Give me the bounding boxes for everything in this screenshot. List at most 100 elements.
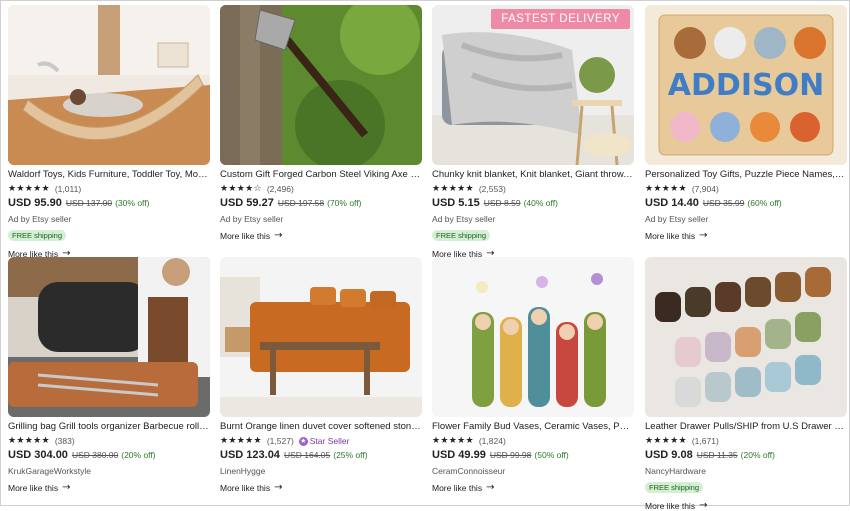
price-row: USD 95.90 USD 137.00 (30% off): [8, 197, 210, 211]
original-price: USD 11.35: [696, 450, 738, 460]
listing-title[interactable]: Waldorf Toys, Kids Furniture, Toddler To…: [8, 169, 210, 181]
price: USD 5.15: [432, 197, 480, 209]
original-price: USD 197.58: [277, 198, 325, 208]
fastest-delivery-badge: FASTEST DELIVERY: [491, 9, 630, 29]
discount: (30% off): [115, 198, 150, 208]
star-rating-icon: ★★★★★: [432, 184, 474, 194]
listing-title[interactable]: Chunky knit blanket, Knit blanket, Giant…: [432, 169, 634, 181]
star-rating-icon: ★★★★★: [220, 436, 262, 446]
listing-card[interactable]: Leather Drawer Pulls/SHIP from U.S Drawe…: [645, 257, 847, 511]
listing-title[interactable]: Personalized Toy Gifts, Puzzle Piece Nam…: [645, 169, 847, 181]
more-like-this-link[interactable]: More like this →: [220, 230, 422, 241]
star-seller-label: Star Seller: [309, 436, 350, 446]
price: USD 9.08: [645, 449, 693, 461]
star-seller-icon: ★: [298, 436, 308, 446]
more-like-this-link[interactable]: More like this →: [432, 482, 634, 493]
seller-name[interactable]: NancyHardware: [645, 466, 847, 477]
rating: ★★★★★ (383): [8, 435, 210, 447]
listing-image[interactable]: ADDISON: [645, 5, 847, 165]
price: USD 59.27: [220, 197, 274, 209]
discount: (40% off): [523, 198, 558, 208]
listing-image[interactable]: [8, 257, 210, 417]
more-like-this-link[interactable]: More like this →: [220, 482, 422, 493]
free-shipping-badge: FREE shipping: [432, 230, 491, 241]
price-row: USD 5.15 USD 8.59 (40% off): [432, 197, 634, 211]
star-rating-icon: ★★★★☆: [220, 184, 262, 194]
more-like-this-label: More like this: [432, 482, 483, 493]
arrow-right-icon: →: [62, 482, 71, 493]
review-count: (2,553): [478, 184, 506, 194]
listing-title[interactable]: Flower Family Bud Vases, Ceramic Vases, …: [432, 421, 634, 433]
more-like-this-link[interactable]: More like this →: [645, 230, 847, 241]
rating: ★★★★★ (7,904): [645, 183, 847, 195]
rating: ★★★★★ (1,527) ★ Star Seller: [220, 435, 422, 447]
listing-card[interactable]: ADDISON Personalized Toy Gifts, Puzzle P…: [645, 5, 847, 241]
puzzle-name-text: ADDISON: [668, 68, 824, 103]
listing-card[interactable]: FASTEST DELIVERY Chunky knit blanket, Kn…: [432, 5, 634, 259]
more-like-this-link[interactable]: More like this →: [8, 482, 210, 493]
price: USD 95.90: [8, 197, 62, 209]
review-count: (2,496): [266, 184, 294, 194]
listing-image[interactable]: [432, 257, 634, 417]
price-row: USD 59.27 USD 197.58 (70% off): [220, 197, 422, 211]
listing-card[interactable]: Flower Family Bud Vases, Ceramic Vases, …: [432, 257, 634, 493]
listing-title[interactable]: Grilling bag Grill tools organizer Barbe…: [8, 421, 210, 433]
rating: ★★★★★ (2,553): [432, 183, 634, 195]
review-count: (7,904): [691, 184, 719, 194]
price: USD 49.99: [432, 449, 486, 461]
discount: (70% off): [327, 198, 362, 208]
listing-image[interactable]: [220, 5, 422, 165]
star-rating-icon: ★★★★★: [8, 436, 50, 446]
original-price: USD 8.59: [483, 198, 521, 208]
more-like-this-label: More like this: [8, 482, 59, 493]
review-count: (1,824): [478, 436, 506, 446]
original-price: USD 380.00: [71, 450, 119, 460]
seller-line: Ad by Etsy seller: [8, 214, 72, 224]
seller-line: Ad by Etsy seller: [432, 214, 496, 224]
discount: (60% off): [747, 198, 782, 208]
discount: (20% off): [740, 450, 775, 460]
price-row: USD 49.99 USD 99.98 (50% off): [432, 449, 634, 463]
original-price: USD 164.05: [283, 450, 331, 460]
seller-name[interactable]: CeramConnoisseur: [432, 466, 634, 477]
original-price: USD 99.98: [489, 450, 532, 460]
price-row: USD 9.08 USD 11.35 (20% off): [645, 449, 847, 463]
seller-name[interactable]: KrukGarageWorkstyle: [8, 466, 210, 477]
listing-title[interactable]: Leather Drawer Pulls/SHIP from U.S Drawe…: [645, 421, 847, 433]
price-row: USD 14.40 USD 35.99 (60% off): [645, 197, 847, 211]
original-price: USD 137.00: [65, 198, 113, 208]
star-rating-icon: ★★★★★: [645, 184, 687, 194]
listing-title[interactable]: Burnt Orange linen duvet cover softened …: [220, 421, 422, 433]
listing-image[interactable]: [8, 5, 210, 165]
review-count: (1,011): [54, 184, 82, 194]
arrow-right-icon: →: [274, 482, 283, 493]
original-price: USD 35.99: [702, 198, 745, 208]
listing-card[interactable]: Burnt Orange linen duvet cover softened …: [220, 257, 422, 493]
price: USD 304.00: [8, 449, 68, 461]
discount: (50% off): [534, 450, 569, 460]
arrow-right-icon: →: [274, 230, 283, 241]
listing-image[interactable]: [220, 257, 422, 417]
rating: ★★★★★ (1,824): [432, 435, 634, 447]
listing-title[interactable]: Custom Gift Forged Carbon Steel Viking A…: [220, 169, 422, 181]
listing-image[interactable]: FASTEST DELIVERY: [432, 5, 634, 165]
star-rating-icon: ★★★★★: [645, 436, 687, 446]
seller-name[interactable]: LinenHygge: [220, 466, 422, 477]
rating: ★★★★★ (1,011): [8, 183, 210, 195]
more-like-this-label: More like this: [645, 230, 696, 241]
listing-card[interactable]: Waldorf Toys, Kids Furniture, Toddler To…: [8, 5, 210, 259]
review-count: (1,671): [691, 436, 719, 446]
price: USD 123.04: [220, 449, 280, 461]
star-rating-icon: ★★★★★: [8, 184, 50, 194]
price: USD 14.40: [645, 197, 699, 209]
star-seller-badge: ★ Star Seller: [298, 436, 350, 446]
star-rating-icon: ★★★★★: [432, 436, 474, 446]
price-row: USD 123.04 USD 164.05 (25% off): [220, 449, 422, 463]
listing-card[interactable]: Custom Gift Forged Carbon Steel Viking A…: [220, 5, 422, 241]
listing-image[interactable]: [645, 257, 847, 417]
discount: (25% off): [333, 450, 368, 460]
seller-line: Ad by Etsy seller: [220, 214, 284, 224]
free-shipping-badge: FREE shipping: [8, 230, 67, 241]
listing-card[interactable]: Grilling bag Grill tools organizer Barbe…: [8, 257, 210, 493]
arrow-right-icon: →: [486, 482, 495, 493]
